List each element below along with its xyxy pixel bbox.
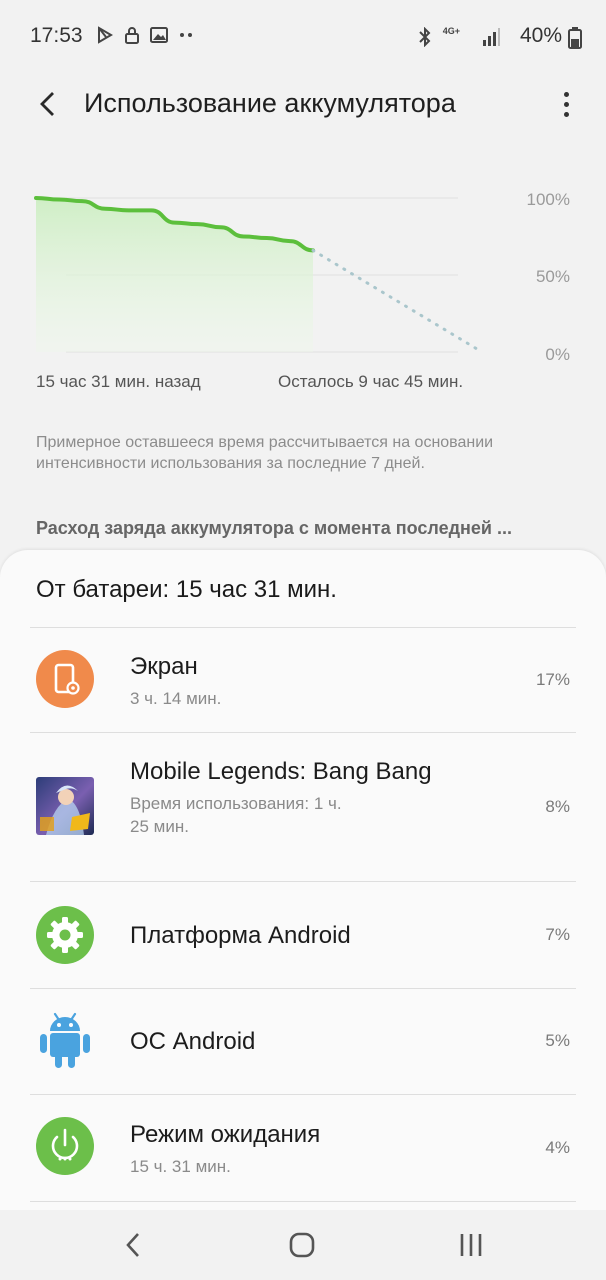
usage-sheet: От батареи: 15 час 31 мин. Экран 3 ч. 14…	[0, 550, 606, 1210]
back-button[interactable]	[30, 86, 66, 122]
network-type: 4G+	[442, 26, 460, 36]
usage-item-android-os[interactable]: ОС Android 5%	[0, 989, 606, 1094]
chart-line-projection	[311, 248, 484, 354]
status-bar: 17:53 4G+ 40%	[0, 0, 606, 76]
more-notifications-icon	[180, 33, 192, 37]
power-icon	[36, 1117, 94, 1175]
item-subtitle: Время использования: 1 ч. 25 мин.	[130, 794, 342, 836]
battery-percent: 40%	[519, 24, 562, 47]
bluetooth-icon	[419, 27, 431, 47]
battery-icon	[568, 27, 582, 49]
item-title: ОС Android	[130, 1028, 256, 1055]
usage-item-screen[interactable]: Экран 3 ч. 14 мин. 17%	[0, 628, 606, 732]
android-icon	[36, 1009, 94, 1068]
item-subtitle: 15 ч. 31 мин.	[130, 1157, 231, 1176]
section-title: Расход заряда аккумулятора с момента пос…	[36, 518, 512, 538]
nav-home-icon	[289, 1232, 315, 1258]
nav-back-button[interactable]	[113, 1228, 153, 1262]
gear-icon	[36, 906, 94, 964]
x-start-label: 15 час 31 мин. назад	[36, 372, 201, 391]
item-title: Экран	[130, 653, 198, 680]
game-thumbnail-icon	[36, 777, 94, 835]
item-title: Платформа Android	[130, 922, 351, 949]
nav-recents-button[interactable]	[451, 1228, 491, 1262]
item-percent: 8%	[545, 797, 570, 816]
system-status: 4G+ 40%	[306, 24, 606, 52]
more-options-button[interactable]	[556, 86, 576, 122]
nav-back-icon	[126, 1233, 139, 1257]
screen-icon	[36, 650, 94, 708]
nav-recents-icon	[460, 1234, 482, 1256]
battery-chart: 100% 50% 0%	[0, 160, 606, 400]
y-tick-label: 0%	[545, 345, 570, 364]
battery-chart-svg	[34, 196, 484, 354]
usage-item-android-platform[interactable]: Платформа Android 7%	[0, 882, 606, 988]
lock-icon	[125, 27, 139, 44]
item-title: Режим ожидания	[130, 1121, 321, 1148]
status-time: 17:53	[30, 24, 83, 47]
nav-home-button[interactable]	[282, 1228, 322, 1262]
more-dot-icon	[563, 101, 569, 107]
notification-icons	[96, 26, 194, 44]
y-tick-label: 100%	[526, 190, 570, 209]
more-dot-icon	[563, 91, 569, 97]
item-percent: 5%	[545, 1031, 570, 1050]
estimate-note: Примерное оставшееся время рассчитываетс…	[36, 434, 494, 472]
usage-item-standby[interactable]: Режим ожидания 15 ч. 31 мин. 4%	[0, 1095, 606, 1201]
divider	[30, 1201, 576, 1202]
item-percent: 7%	[545, 925, 570, 944]
item-percent: 4%	[545, 1138, 570, 1157]
y-tick-label: 50%	[535, 267, 570, 286]
item-subtitle: 3 ч. 14 мин.	[130, 689, 222, 708]
signal-icon	[483, 28, 500, 46]
page-title: Использование аккумулятора	[84, 88, 456, 118]
item-title: Mobile Legends: Bang Bang	[130, 758, 432, 785]
item-percent: 17%	[535, 670, 570, 689]
sheet-header: От батареи: 15 час 31 мин.	[36, 576, 337, 603]
image-icon	[150, 27, 168, 43]
navigation-bar	[0, 1210, 606, 1280]
app-bar: Использование аккумулятора	[0, 76, 606, 134]
play-store-icon	[98, 26, 113, 44]
x-end-label: Осталось 9 час 45 мин.	[278, 372, 464, 391]
more-dot-icon	[563, 111, 569, 117]
back-arrow-icon	[40, 92, 54, 116]
usage-item-mobile-legends[interactable]: Mobile Legends: Bang Bang Время использо…	[0, 733, 606, 881]
